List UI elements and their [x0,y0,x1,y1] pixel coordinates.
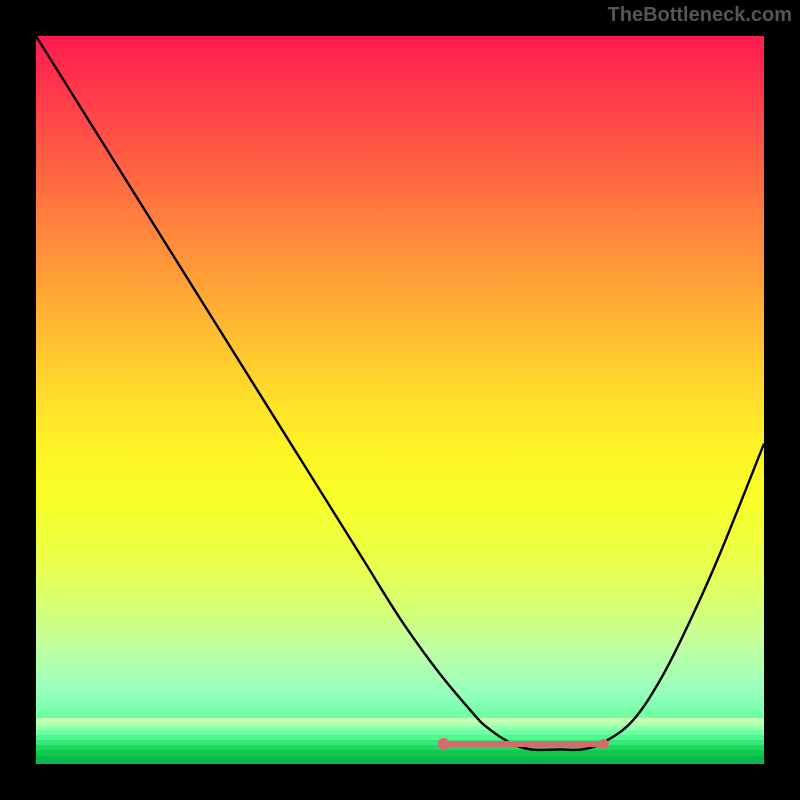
optimal-range-bar [444,741,604,747]
plot-area [36,36,764,764]
optimal-range-endpoint [438,738,450,750]
attribution-text: TheBottleneck.com [608,4,792,27]
bottleneck-curve [36,36,764,764]
optimal-range-endpoint [599,739,609,749]
